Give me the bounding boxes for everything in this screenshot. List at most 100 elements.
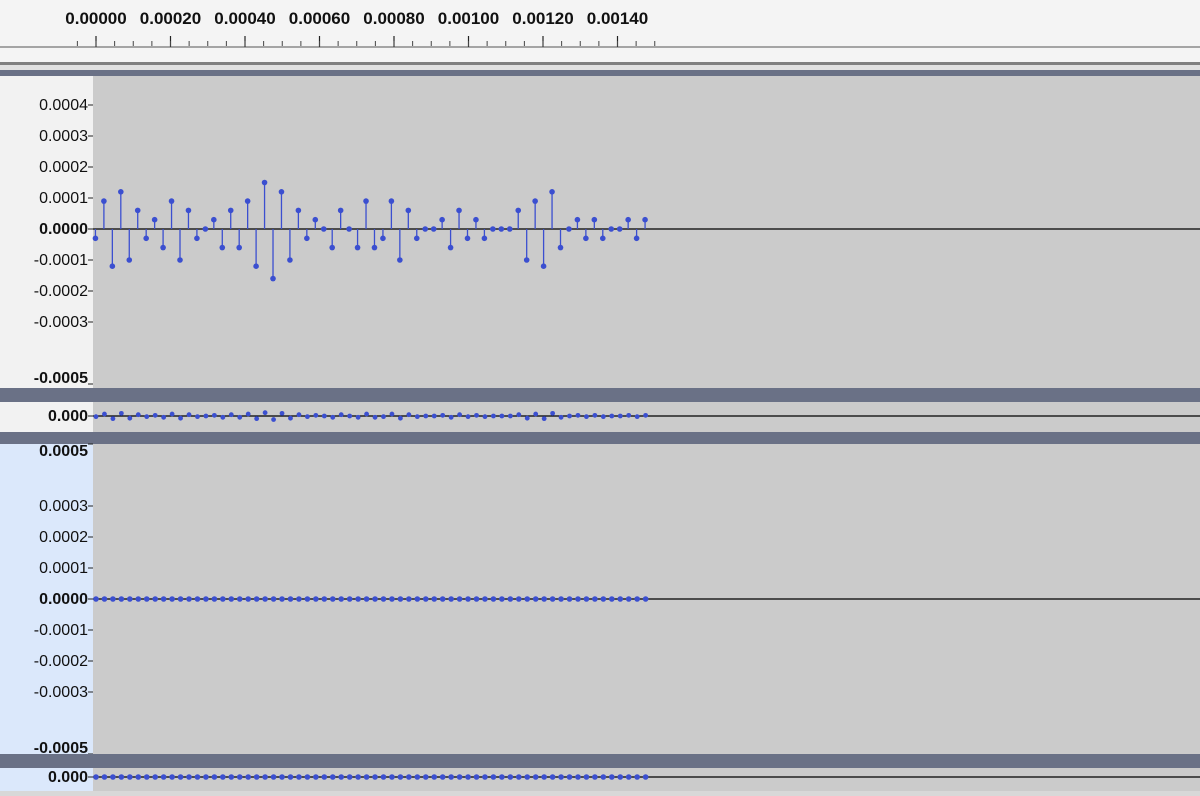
sample-point bbox=[160, 244, 166, 251]
sample-point bbox=[609, 774, 615, 780]
sample-point bbox=[245, 596, 252, 602]
ruler-label: 0.00080 bbox=[363, 9, 424, 28]
sample-point bbox=[93, 774, 99, 780]
sample-point bbox=[634, 774, 640, 780]
sample-point bbox=[101, 596, 108, 602]
sample-point bbox=[135, 596, 142, 602]
sample-point bbox=[448, 414, 454, 420]
sample-point bbox=[431, 413, 437, 419]
sample-point bbox=[616, 226, 623, 232]
sample-point bbox=[440, 412, 446, 418]
sample-point bbox=[160, 774, 167, 780]
sample-point bbox=[447, 244, 454, 251]
sample-point bbox=[228, 596, 235, 602]
sample-point bbox=[398, 415, 403, 421]
y-tick-label: -0.0002 bbox=[34, 283, 88, 300]
sample-point bbox=[363, 774, 370, 780]
sample-point bbox=[557, 244, 564, 251]
track-2[interactable]: 0.0005 0.0003 0.0002 0.0001 0.0000 -0.0001 -0.… bbox=[0, 432, 1200, 791]
sample-point bbox=[634, 414, 640, 420]
sample-point bbox=[296, 596, 302, 602]
sample-point bbox=[431, 774, 438, 780]
sample-point bbox=[625, 596, 632, 602]
sample-point bbox=[152, 774, 158, 780]
sample-point bbox=[195, 414, 200, 420]
sample-point bbox=[236, 596, 243, 602]
track-1-top-border bbox=[0, 70, 1200, 76]
sample-point bbox=[457, 412, 462, 418]
sample-point bbox=[363, 198, 369, 204]
sample-point bbox=[380, 774, 387, 780]
sample-point bbox=[584, 414, 589, 420]
ruler-label: 0.00060 bbox=[289, 9, 350, 28]
sample-point bbox=[599, 235, 606, 242]
track-1-separator[interactable] bbox=[0, 388, 1200, 402]
sample-point bbox=[507, 774, 514, 780]
sample-point bbox=[228, 412, 234, 418]
sample-point bbox=[626, 412, 632, 418]
y-tick-label: 0.000 bbox=[48, 408, 88, 425]
sample-point bbox=[413, 235, 420, 242]
sample-point bbox=[219, 244, 226, 251]
sample-point bbox=[389, 411, 395, 417]
sample-point bbox=[169, 596, 175, 602]
sample-point bbox=[625, 216, 631, 223]
sample-point bbox=[406, 412, 412, 418]
sample-point bbox=[270, 275, 276, 282]
sample-point bbox=[372, 596, 378, 602]
sample-point bbox=[491, 413, 496, 419]
sample-point bbox=[177, 596, 184, 602]
sample-point bbox=[389, 774, 395, 780]
sample-point bbox=[566, 774, 573, 780]
sample-point bbox=[499, 774, 505, 780]
sample-point bbox=[567, 413, 572, 419]
sample-point bbox=[422, 774, 429, 780]
sample-point bbox=[313, 774, 319, 780]
track-1[interactable]: 0.0004 0.0003 0.0002 0.0001 0.0000 -0.0001 -0.… bbox=[0, 70, 1200, 432]
sample-point bbox=[524, 596, 531, 602]
sample-point bbox=[102, 411, 107, 417]
sample-point bbox=[465, 774, 471, 780]
sample-point bbox=[211, 216, 217, 223]
sample-point bbox=[541, 774, 547, 780]
sample-point bbox=[245, 774, 252, 780]
sample-point bbox=[127, 774, 133, 780]
sample-point bbox=[203, 774, 209, 780]
sample-point bbox=[261, 179, 268, 186]
sample-point bbox=[634, 596, 640, 602]
track-2-separator[interactable] bbox=[0, 754, 1200, 768]
sample-point bbox=[346, 596, 353, 602]
sample-point bbox=[431, 596, 438, 602]
track-1-top-plot[interactable] bbox=[93, 76, 1200, 388]
sample-point bbox=[287, 774, 294, 780]
sample-point bbox=[600, 774, 607, 780]
sample-point bbox=[228, 774, 235, 780]
sample-point bbox=[202, 226, 209, 232]
sample-point bbox=[473, 216, 479, 223]
sample-point bbox=[372, 774, 378, 780]
sample-point bbox=[211, 596, 218, 602]
y-tick-label: 0.0002 bbox=[39, 159, 88, 176]
y-tick-label: 0.0001 bbox=[39, 560, 88, 577]
sample-point bbox=[211, 412, 217, 418]
sample-point bbox=[608, 226, 615, 232]
sample-point bbox=[279, 774, 285, 780]
sample-point bbox=[363, 596, 370, 602]
sample-point bbox=[583, 774, 590, 780]
sample-point bbox=[227, 207, 234, 214]
sample-point bbox=[575, 596, 581, 602]
sample-point bbox=[558, 414, 564, 420]
sample-point bbox=[541, 596, 547, 602]
sample-point bbox=[482, 774, 488, 780]
sample-point bbox=[591, 216, 598, 223]
timeline-ruler[interactable]: 0.00000 0.00020 0.00040 0.00060 0.00080 0.001… bbox=[0, 0, 1200, 70]
sample-point bbox=[127, 415, 133, 421]
sample-point bbox=[185, 207, 192, 214]
ruler-label: 0.00140 bbox=[587, 9, 648, 28]
sample-point bbox=[304, 235, 310, 242]
sample-point bbox=[110, 416, 116, 422]
sample-point bbox=[194, 774, 201, 780]
sample-point bbox=[313, 412, 319, 418]
sample-point bbox=[262, 410, 268, 416]
y-tick-label: 0.0003 bbox=[39, 128, 88, 145]
